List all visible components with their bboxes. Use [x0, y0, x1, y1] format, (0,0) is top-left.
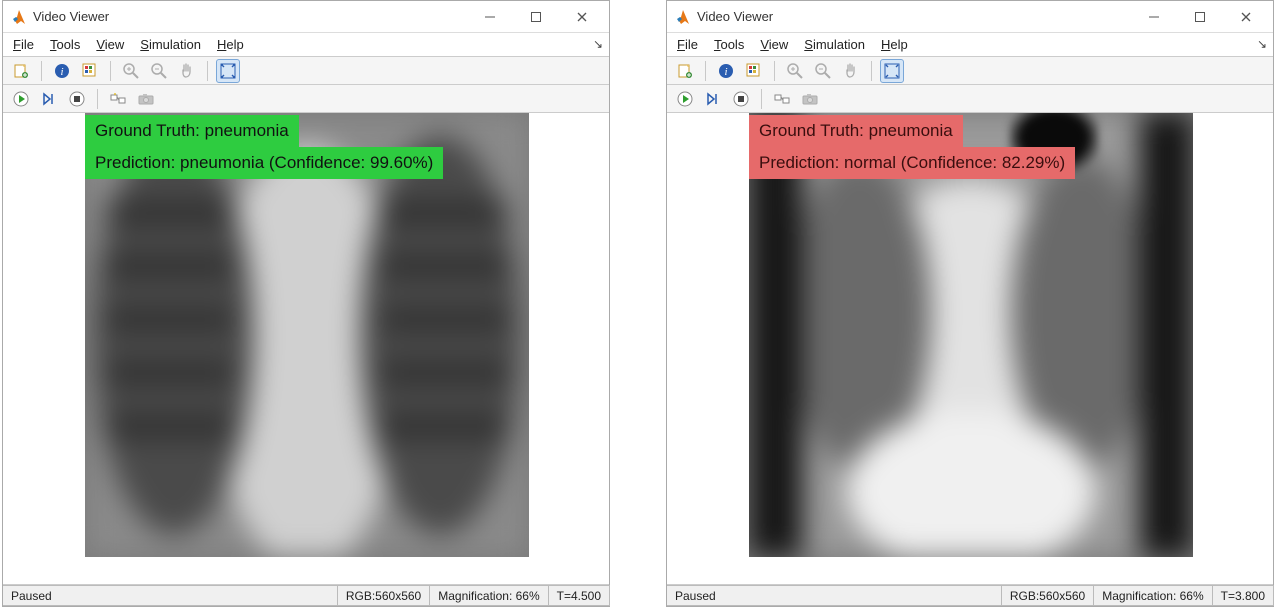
menubar: File Tools View Simulation Help ↘: [667, 33, 1273, 57]
xray-image: [85, 113, 529, 557]
menu-overflow-icon[interactable]: ↘: [1257, 37, 1267, 51]
maximize-button[interactable]: [1177, 2, 1223, 32]
stop-button[interactable]: [729, 87, 753, 111]
zoom-out-button[interactable]: [147, 59, 171, 83]
ground-truth-label: Ground Truth: pneumonia: [85, 115, 299, 147]
video-viewer-window: Video Viewer File Tools View Simulation …: [2, 0, 610, 607]
menu-help[interactable]: Help: [881, 37, 908, 52]
info-button[interactable]: i: [714, 59, 738, 83]
svg-text:i: i: [724, 66, 727, 78]
xray-image: [749, 113, 1193, 557]
window-title: Video Viewer: [33, 9, 467, 24]
pan-button[interactable]: [175, 59, 199, 83]
run-button[interactable]: [673, 87, 697, 111]
status-rgb: RGB:560x560: [337, 585, 430, 606]
menu-file[interactable]: File: [677, 37, 698, 52]
status-time: T=3.800: [1212, 585, 1274, 606]
toolbar-separator: [761, 89, 762, 109]
titlebar: Video Viewer: [3, 1, 609, 33]
zoom-in-button[interactable]: [119, 59, 143, 83]
status-rgb: RGB:560x560: [1001, 585, 1094, 606]
fit-to-window-button[interactable]: [880, 59, 904, 83]
menu-simulation[interactable]: Simulation: [140, 37, 201, 52]
status-time: T=4.500: [548, 585, 610, 606]
statusbar: Paused RGB:560x560 Magnification: 66% T=…: [667, 584, 1273, 606]
status-state: Paused: [3, 585, 338, 606]
pixel-region-button[interactable]: [78, 59, 102, 83]
window-controls: [467, 2, 605, 32]
ground-truth-label: Ground Truth: pneumonia: [749, 115, 963, 147]
matlab-icon: [675, 9, 691, 25]
menu-overflow-icon[interactable]: ↘: [593, 37, 603, 51]
window-title: Video Viewer: [697, 9, 1131, 24]
zoom-out-button[interactable]: [811, 59, 835, 83]
stop-button[interactable]: [65, 87, 89, 111]
pixel-region-button[interactable]: [742, 59, 766, 83]
window-controls: [1131, 2, 1269, 32]
step-button[interactable]: [701, 87, 725, 111]
highlight-block-button[interactable]: [770, 87, 794, 111]
maximize-button[interactable]: [513, 2, 559, 32]
snapshot-button[interactable]: [798, 87, 822, 111]
new-figure-button[interactable]: [673, 59, 697, 83]
matlab-icon: [11, 9, 27, 25]
minimize-button[interactable]: [467, 2, 513, 32]
step-button[interactable]: [37, 87, 61, 111]
zoom-in-button[interactable]: [783, 59, 807, 83]
toolbar-separator: [110, 61, 111, 81]
titlebar: Video Viewer: [667, 1, 1273, 33]
svg-text:i: i: [60, 66, 63, 78]
new-figure-button[interactable]: [9, 59, 33, 83]
video-viewer-window: Video Viewer File Tools View Simulation …: [666, 0, 1274, 607]
status-magnification: Magnification: 66%: [1093, 585, 1212, 606]
image-canvas[interactable]: Ground Truth: pneumonia Prediction: pneu…: [3, 113, 609, 584]
fit-to-window-button[interactable]: [216, 59, 240, 83]
toolbar-playback: [3, 85, 609, 113]
close-button[interactable]: [559, 2, 605, 32]
toolbar-separator: [774, 61, 775, 81]
menu-view[interactable]: View: [96, 37, 124, 52]
toolbar-main: i: [3, 57, 609, 85]
minimize-button[interactable]: [1131, 2, 1177, 32]
menu-simulation[interactable]: Simulation: [804, 37, 865, 52]
menu-tools[interactable]: Tools: [50, 37, 80, 52]
menu-help[interactable]: Help: [217, 37, 244, 52]
image-canvas[interactable]: Ground Truth: pneumonia Prediction: norm…: [667, 113, 1273, 584]
displayed-image: Ground Truth: pneumonia Prediction: norm…: [749, 113, 1193, 557]
toolbar-separator: [871, 61, 872, 81]
toolbar-separator: [41, 61, 42, 81]
menubar: File Tools View Simulation Help ↘: [3, 33, 609, 57]
status-state: Paused: [667, 585, 1002, 606]
displayed-image: Ground Truth: pneumonia Prediction: pneu…: [85, 113, 529, 557]
prediction-label: Prediction: normal (Confidence: 82.29%): [749, 147, 1075, 179]
close-button[interactable]: [1223, 2, 1269, 32]
status-magnification: Magnification: 66%: [429, 585, 548, 606]
prediction-label: Prediction: pneumonia (Confidence: 99.60…: [85, 147, 443, 179]
snapshot-button[interactable]: [134, 87, 158, 111]
toolbar-playback: [667, 85, 1273, 113]
menu-file[interactable]: File: [13, 37, 34, 52]
statusbar: Paused RGB:560x560 Magnification: 66% T=…: [3, 584, 609, 606]
highlight-block-button[interactable]: [106, 87, 130, 111]
info-button[interactable]: i: [50, 59, 74, 83]
toolbar-separator: [207, 61, 208, 81]
toolbar-main: i: [667, 57, 1273, 85]
run-button[interactable]: [9, 87, 33, 111]
menu-view[interactable]: View: [760, 37, 788, 52]
toolbar-separator: [97, 89, 98, 109]
toolbar-separator: [705, 61, 706, 81]
menu-tools[interactable]: Tools: [714, 37, 744, 52]
pan-button[interactable]: [839, 59, 863, 83]
